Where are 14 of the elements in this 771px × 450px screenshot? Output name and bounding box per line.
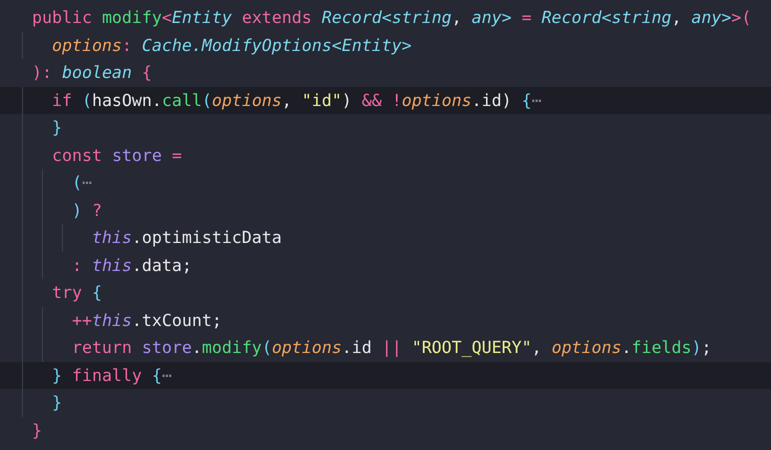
code-line: (⋯ [0, 169, 771, 196]
code-line: const store = [0, 142, 771, 169]
code-line: public modify<Entity extends Record<string, any> = Record<string, any>>( [31, 7, 752, 29]
code-line: } [0, 114, 771, 142]
code-line: try { [0, 279, 771, 306]
code-line: } [31, 420, 43, 442]
code-line: return store.modify(options.id || "ROOT_QUERY", options.fields); [0, 334, 771, 362]
code-line: : this.data; [0, 252, 771, 279]
code-line: ): boolean { [31, 62, 153, 84]
code-line: ++this.txCount; [0, 306, 771, 334]
code-line: this.optimisticData [0, 224, 771, 252]
code-line: options: Cache.ModifyOptions<Entity> [0, 32, 771, 59]
code-line: ) ? [0, 196, 771, 224]
code-line: } [0, 389, 771, 416]
